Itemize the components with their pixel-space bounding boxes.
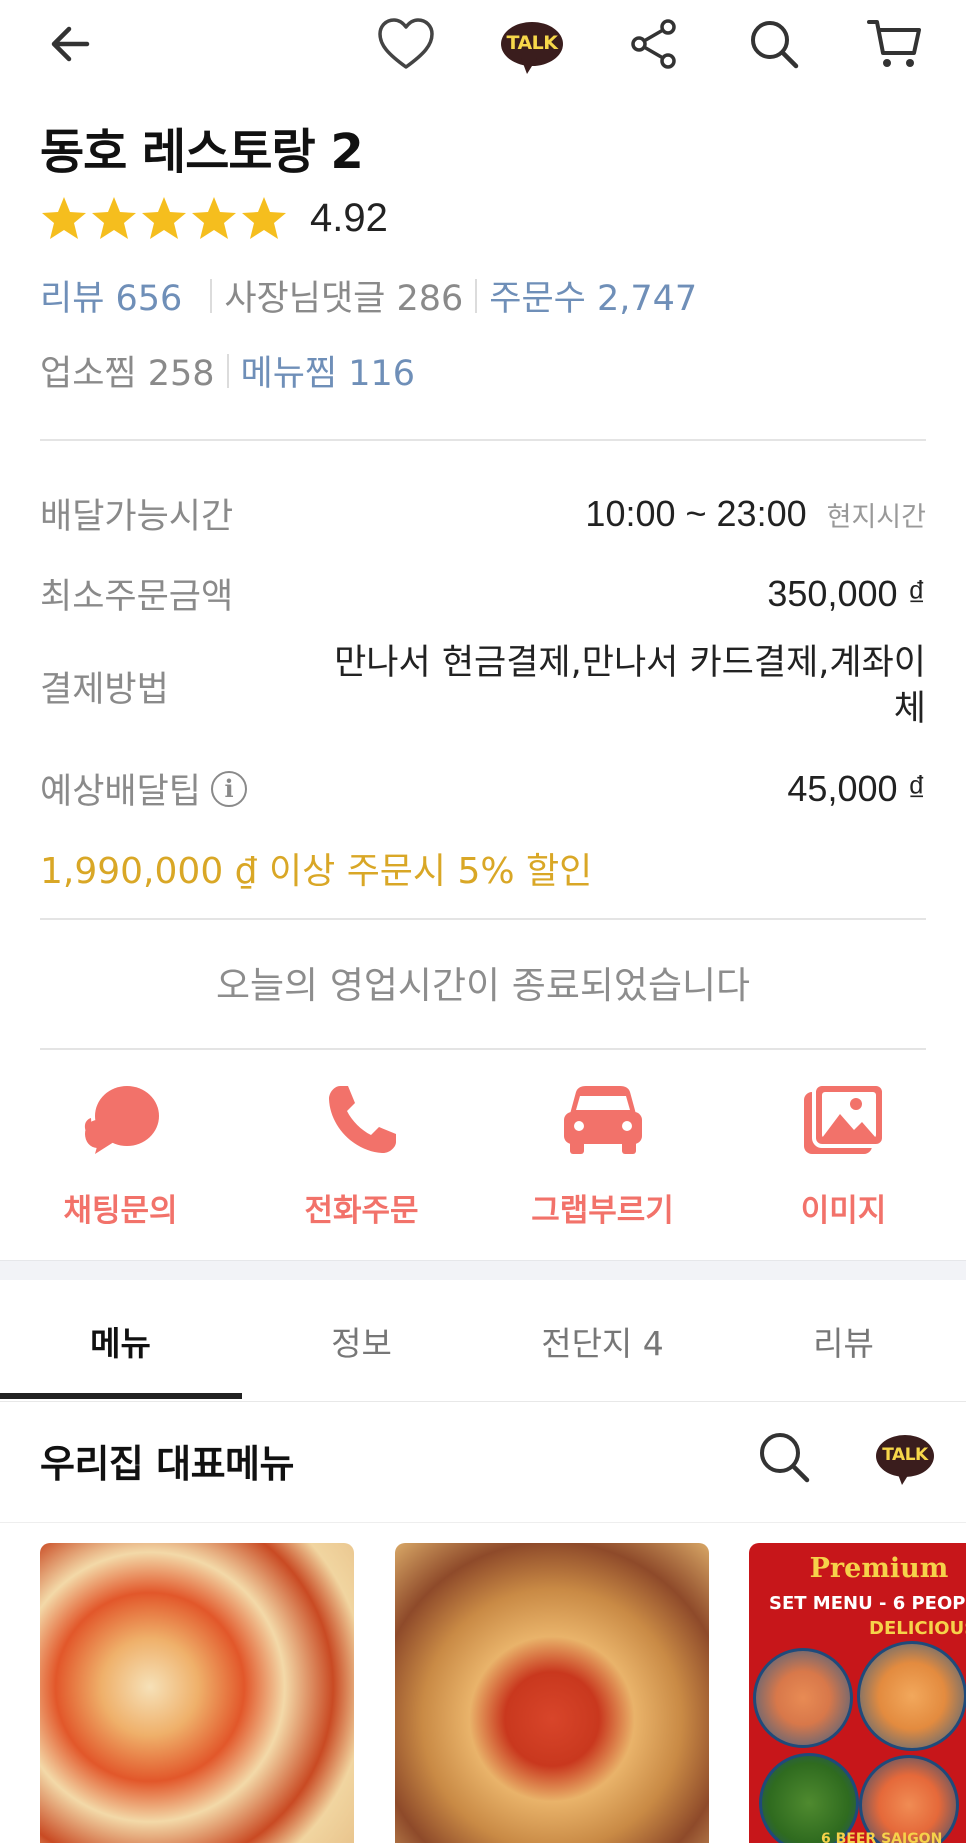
call-grab-label: 그랩부르기 — [531, 1193, 674, 1229]
phone-icon — [328, 1086, 396, 1153]
cart-icon — [867, 20, 921, 67]
orders-count[interactable]: 주문수 2,747 — [489, 270, 697, 321]
phone-order-button[interactable]: 전화주문 — [241, 1075, 482, 1230]
delivery-tip-row: 예상배달팁 i 45,000 ₫ — [40, 763, 926, 814]
delivery-tip-label: 예상배달팁 — [40, 772, 202, 812]
search-icon — [760, 1433, 810, 1483]
kakao-talk-icon: TALK — [876, 1435, 934, 1485]
images-icon — [803, 1082, 886, 1154]
talk-label: TALK — [506, 32, 558, 54]
stat-separator — [210, 278, 213, 313]
menu-card[interactable] — [395, 1543, 709, 1843]
store-name: 동호 레스토랑 2 — [40, 124, 364, 180]
menu-kakao-talk-button[interactable]: TALK — [876, 1435, 934, 1485]
images-button[interactable]: 이미지 — [723, 1075, 964, 1230]
dish-photo — [759, 1753, 859, 1843]
delivery-hours-label: 배달가능시간 — [40, 497, 234, 537]
share-icon — [631, 19, 676, 69]
arrow-left-icon — [51, 26, 90, 62]
crab-with-fried-garlic-photo — [40, 1543, 354, 1843]
active-tab-indicator — [0, 1393, 242, 1399]
menu-card[interactable] — [40, 1543, 354, 1843]
tab-flyers[interactable]: 전단지 4 — [482, 1280, 723, 1402]
chat-bubbles-icon — [84, 1086, 159, 1154]
quick-actions: 채팅문의 전화주문 그랩부르기 이미지 — [0, 1075, 966, 1230]
delivery-hours-value: 10:00 ~ 23:00 — [585, 492, 807, 534]
kakao-talk-button[interactable]: TALK — [500, 12, 564, 76]
divider — [40, 918, 926, 920]
store-tabs: 메뉴 정보 전단지 4 리뷰 — [0, 1280, 966, 1402]
premium-title: Premium — [809, 1553, 949, 1584]
star-icon — [92, 197, 136, 239]
min-order-label: 최소주문금액 — [40, 577, 234, 617]
section-band — [0, 1260, 966, 1280]
top-bar: TALK — [0, 0, 966, 90]
dish-photo — [753, 1648, 853, 1748]
min-order-row: 최소주문금액 350,000 ₫ — [40, 568, 926, 619]
divider — [40, 439, 926, 441]
delivery-tip[interactable]: 예상배달팁 i — [40, 763, 248, 814]
stats-row-1: 리뷰 656 사장님댓글 286 주문수 2,747 — [40, 270, 697, 321]
rating-row: 4.92 — [40, 190, 388, 246]
tab-reviews[interactable]: 리뷰 — [723, 1280, 964, 1402]
divider — [40, 1048, 926, 1050]
cart-button[interactable] — [862, 12, 926, 76]
beer-text: 6 BEER SAIGON — [821, 1831, 943, 1843]
store-likes-count: 업소찜 258 — [40, 354, 215, 394]
phone-order-label: 전화주문 — [304, 1193, 419, 1229]
tab-info[interactable]: 정보 — [241, 1280, 482, 1402]
stat-separator — [475, 278, 478, 313]
menu-section-title: 우리집 대표메뉴 — [40, 1442, 294, 1486]
payment-label: 결제방법 — [40, 669, 169, 710]
wishlist-button[interactable] — [374, 12, 438, 76]
owner-replies-count: 사장님댓글 286 — [224, 279, 464, 319]
share-button[interactable] — [622, 12, 686, 76]
rating-value: 4.92 — [310, 195, 388, 240]
delivery-hours-row: 배달가능시간 10:00 ~ 23:00 현지시간 — [40, 488, 926, 539]
menu-card[interactable]: Premium SET MENU - 6 PEOPLE DELICIOUS 6 … — [749, 1543, 966, 1843]
chat-inquiry-button[interactable]: 채팅문의 — [0, 1075, 241, 1230]
dish-photo — [859, 1755, 959, 1843]
kakao-talk-icon: TALK — [501, 22, 563, 74]
delivery-hours: 10:00 ~ 23:00 현지시간 — [585, 493, 926, 535]
tab-menu[interactable]: 메뉴 — [0, 1280, 241, 1402]
info-icon[interactable]: i — [211, 770, 248, 807]
reviews-link[interactable]: 리뷰 656 — [40, 270, 182, 321]
crab-with-crispy-topping-photo — [395, 1543, 709, 1843]
star-icon — [142, 197, 186, 239]
talk-label: TALK — [882, 1445, 928, 1465]
delivery-tip-value: 45,000 ₫ — [787, 767, 926, 809]
closed-message: 오늘의 영업시간이 종료되었습니다 — [215, 964, 751, 1007]
search-button[interactable] — [742, 12, 806, 76]
back-button[interactable] — [38, 12, 102, 76]
star-rating — [40, 195, 288, 241]
car-icon — [563, 1086, 642, 1154]
payment-value: 만나서 현금결제,만나서 카드결제,계좌이체 — [334, 643, 926, 729]
menu-card-list: Premium SET MENU - 6 PEOPLE DELICIOUS 6 … — [0, 1543, 966, 1843]
payment-row: 결제방법 만나서 현금결제,만나서 카드결제,계좌이체 — [40, 640, 926, 732]
star-icon — [192, 197, 236, 239]
chat-inquiry-label: 채팅문의 — [63, 1193, 178, 1229]
local-time-note: 현지시간 — [826, 501, 926, 533]
call-grab-button[interactable]: 그랩부르기 — [482, 1075, 723, 1230]
set-menu-text: SET MENU - 6 PEOPLE — [769, 1593, 966, 1614]
star-icon — [42, 197, 86, 239]
search-icon — [751, 21, 799, 69]
images-label: 이미지 — [800, 1193, 887, 1229]
stats-row-2: 업소찜 258 메뉴찜 116 — [40, 345, 415, 396]
dish-photo — [857, 1641, 966, 1751]
min-order-value: 350,000 ₫ — [767, 572, 926, 614]
delicious-text: DELICIOUS — [869, 1618, 966, 1639]
star-icon — [242, 197, 286, 239]
heart-outline-icon — [378, 18, 434, 69]
stat-separator — [226, 353, 229, 388]
menu-search-button[interactable] — [756, 1429, 812, 1489]
discount-note: 1,990,000 ₫ 이상 주문시 5% 할인 — [40, 851, 593, 892]
menu-likes-link[interactable]: 메뉴찜 116 — [241, 345, 416, 396]
menu-section-header: 우리집 대표메뉴 TALK — [0, 1403, 966, 1523]
